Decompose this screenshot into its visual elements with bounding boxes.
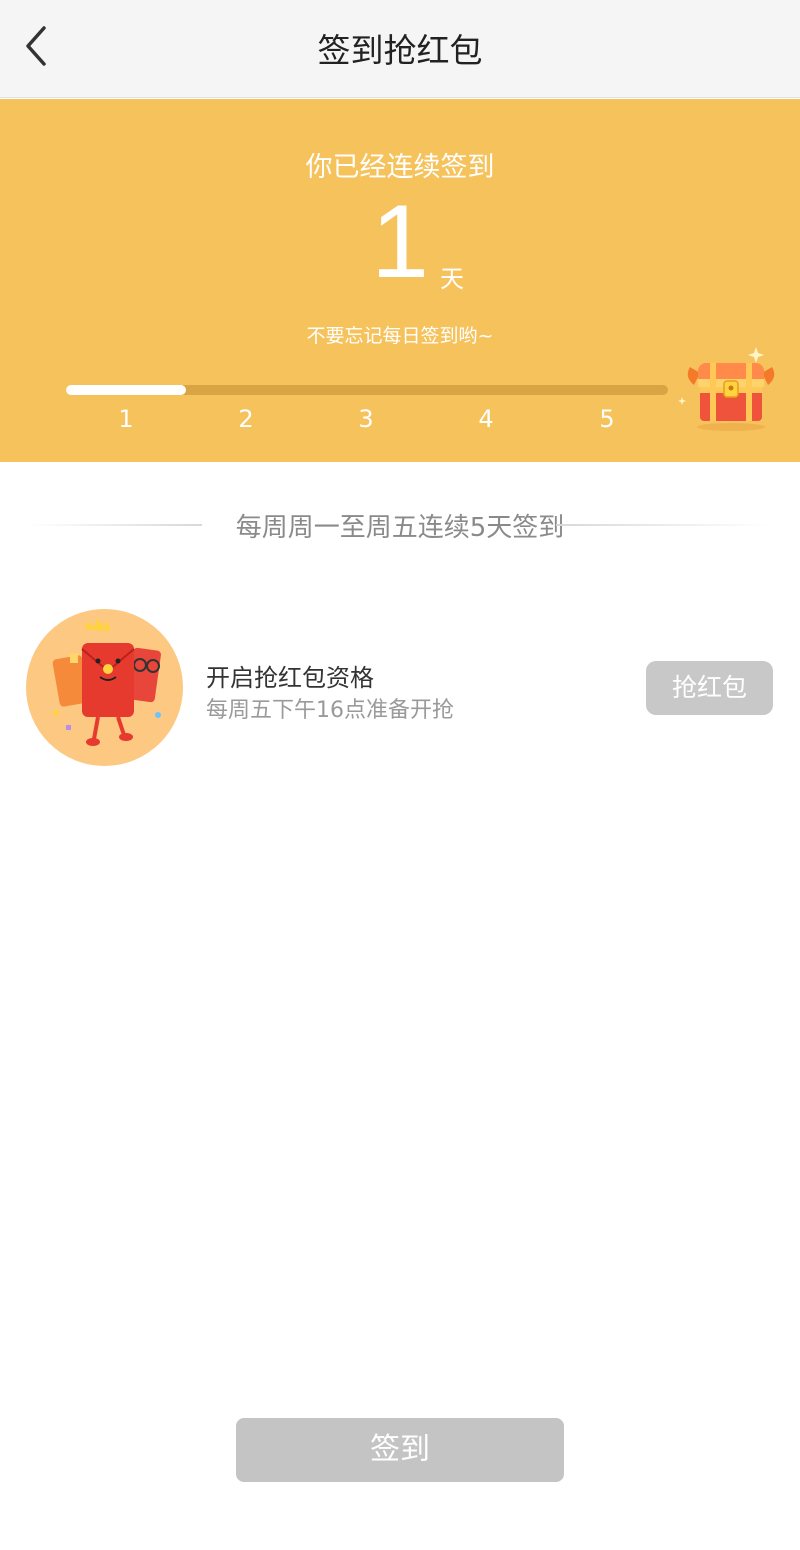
progress-track	[66, 385, 668, 395]
day-marker-2: 2	[238, 405, 254, 433]
treasure-chest-icon	[678, 347, 775, 431]
day-marker-1: 1	[118, 405, 134, 433]
nav-header: 签到抢红包	[0, 0, 800, 98]
reward-title: 开启抢红包资格	[206, 664, 374, 692]
streak-unit: 天	[440, 265, 464, 293]
progress-fill	[66, 385, 187, 395]
streak-count: 1	[371, 184, 429, 300]
streak-label: 你已经连续签到	[305, 152, 495, 183]
day-marker-4: 4	[478, 405, 494, 433]
section-divider-right	[556, 524, 770, 526]
day-marker-3: 3	[358, 405, 374, 433]
grab-red-envelope-button[interactable]: 抢红包	[646, 661, 773, 715]
page-title: 签到抢红包	[317, 31, 483, 70]
streak-banner: 你已经连续签到 1 天 不要忘记每日签到哟~ 1 2 3 4 5	[0, 99, 800, 462]
red-envelope-mascot-icon	[26, 609, 183, 766]
reward-subtitle: 每周五下午16点准备开抢	[206, 698, 454, 723]
sign-in-button[interactable]: 签到	[236, 1418, 564, 1482]
day-marker-5: 5	[599, 405, 615, 433]
